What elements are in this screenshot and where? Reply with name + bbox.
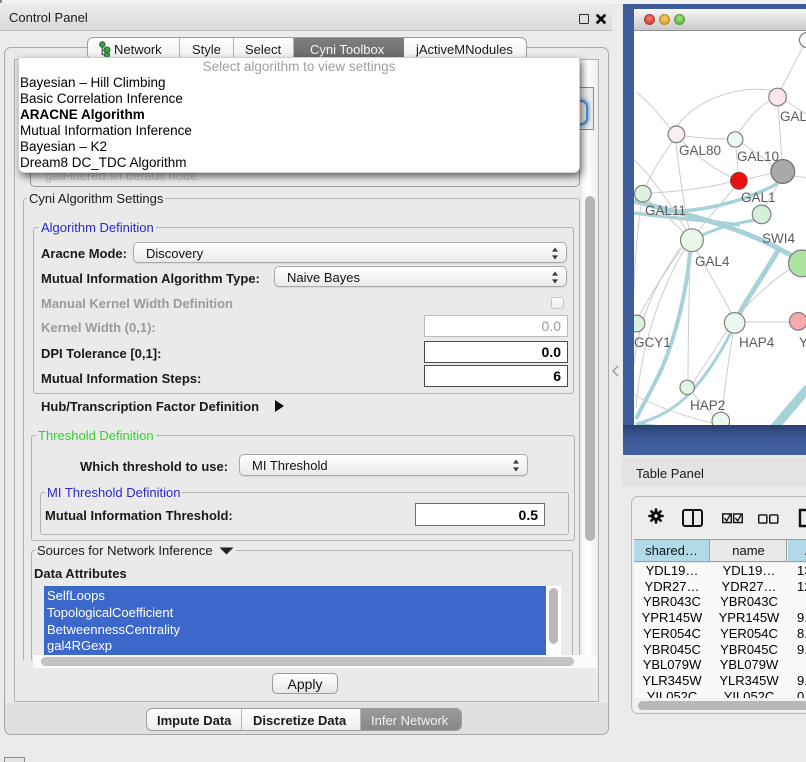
- svg-text:GAL1: GAL1: [741, 190, 776, 205]
- svg-text:GAL4: GAL4: [695, 254, 730, 269]
- svg-text:GAL80: GAL80: [679, 143, 721, 158]
- svg-text:Y: Y: [799, 335, 806, 350]
- svg-text:HAP2: HAP2: [690, 398, 725, 413]
- svg-text:GCY1: GCY1: [634, 335, 671, 350]
- svg-text:GAL10: GAL10: [737, 149, 779, 164]
- svg-text:GAL11: GAL11: [645, 203, 686, 218]
- svg-text:HAP4: HAP4: [739, 335, 775, 350]
- svg-text:GAL7: GAL7: [780, 109, 806, 124]
- svg-text:SWI4: SWI4: [762, 231, 795, 246]
